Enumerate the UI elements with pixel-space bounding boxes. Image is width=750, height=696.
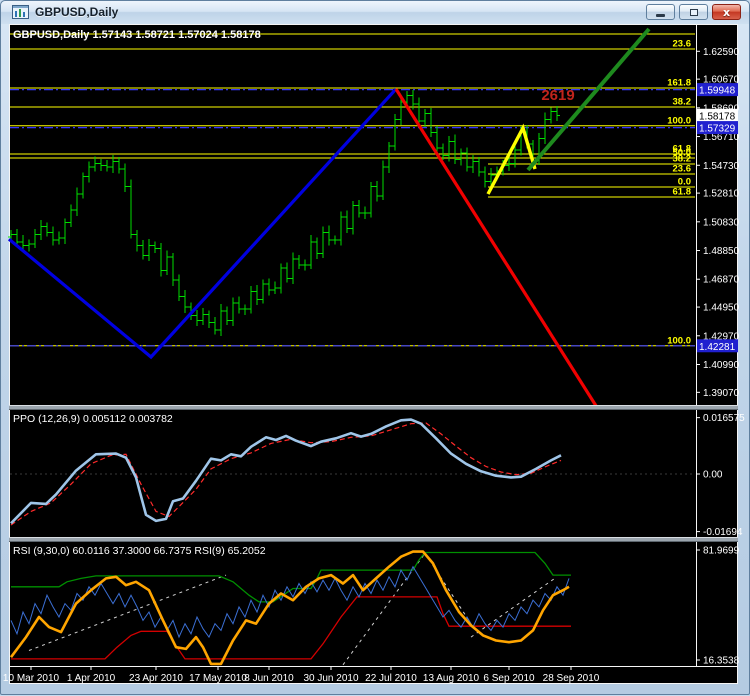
green-trendline	[528, 29, 649, 170]
svg-text:13 Aug 2010: 13 Aug 2010	[423, 673, 480, 684]
svg-text:38.2: 38.2	[673, 97, 692, 108]
svg-text:22 Jul 2010: 22 Jul 2010	[365, 673, 417, 684]
svg-text:100.0: 100.0	[667, 335, 691, 346]
blue-zigzag-trendline	[9, 89, 396, 357]
svg-text:1.54730: 1.54730	[703, 161, 740, 172]
svg-text:61.8: 61.8	[673, 187, 692, 198]
svg-text:1.62590: 1.62590	[703, 47, 740, 58]
close-icon: x	[723, 7, 730, 18]
fib-retracement-lines[interactable]: 23.6161.838.2100.061.850.0100.038.223.60…	[10, 34, 695, 346]
minimize-button[interactable]	[646, 4, 675, 20]
svg-text:2619: 2619	[541, 87, 574, 104]
ohlc-info-line: GBPUSD,Daily 1.57143 1.58721 1.57024 1.5…	[13, 29, 261, 41]
svg-text:1.40990: 1.40990	[703, 360, 740, 371]
svg-text:PPO (12,26,9) 0.005112 0.00378: PPO (12,26,9) 0.005112 0.003782	[13, 413, 173, 425]
svg-text:1.52810: 1.52810	[703, 189, 740, 200]
svg-text:1.59948: 1.59948	[699, 86, 736, 97]
svg-text:23 Apr 2010: 23 Apr 2010	[129, 673, 183, 684]
trendline-objects[interactable]	[9, 29, 649, 409]
rsi-lower-band-line	[11, 597, 571, 659]
restore-button[interactable]	[679, 4, 708, 20]
svg-text:23.6: 23.6	[673, 39, 692, 50]
svg-text:1.39070: 1.39070	[703, 388, 740, 399]
svg-text:1.56710: 1.56710	[703, 132, 740, 143]
ppo-signal-line	[11, 423, 561, 525]
svg-text:0.00: 0.00	[703, 470, 723, 481]
svg-text:8 Jun 2010: 8 Jun 2010	[244, 673, 294, 684]
svg-text:1.50830: 1.50830	[703, 217, 740, 228]
svg-text:81.9699: 81.9699	[703, 546, 740, 557]
rsi-smoothed-line	[11, 552, 569, 664]
chart-canvas[interactable]: 23.6161.838.2100.061.850.0100.038.223.60…	[1, 1, 750, 696]
svg-text:17 May 2010: 17 May 2010	[189, 673, 247, 684]
price-bars	[8, 90, 560, 336]
ppo-main-line	[11, 420, 561, 524]
svg-text:16.3538: 16.3538	[703, 655, 740, 666]
svg-text:1 Apr 2010: 1 Apr 2010	[67, 673, 116, 684]
rsi-dashed-trendline	[471, 577, 557, 637]
pane-separator-1[interactable]	[9, 405, 738, 410]
close-button[interactable]: x	[712, 4, 741, 20]
svg-text:1.42281: 1.42281	[699, 342, 736, 353]
svg-text:0.016575: 0.016575	[703, 413, 745, 424]
svg-text:0.0: 0.0	[678, 177, 691, 188]
svg-text:10 Mar 2010: 10 Mar 2010	[3, 673, 60, 684]
svg-text:61.8: 61.8	[673, 144, 692, 155]
minimize-icon	[656, 14, 665, 17]
svg-text:1.58178: 1.58178	[699, 111, 736, 122]
rsi-dashed-trendline	[29, 575, 226, 650]
svg-text:23.6: 23.6	[673, 164, 692, 175]
svg-text:6 Sep 2010: 6 Sep 2010	[483, 673, 535, 684]
rsi-pane: RSI (9,30,0) 60.0116 37.3000 66.7375 RSI…	[11, 545, 740, 666]
svg-text:RSI (9,30,0) 60.0116 37.3000 6: RSI (9,30,0) 60.0116 37.3000 66.7375 RSI…	[13, 545, 266, 557]
rsi-fast-line	[11, 567, 569, 637]
pane-separator-2[interactable]	[9, 537, 738, 542]
red-trendline	[396, 89, 598, 409]
rsi-dashed-trendline	[425, 553, 471, 623]
rsi-dashed-trendline	[343, 553, 425, 665]
svg-text:1.58690: 1.58690	[703, 103, 740, 114]
rsi-upper-band-line	[11, 553, 571, 602]
text-annotation[interactable]: 2619	[541, 87, 574, 104]
svg-text:28 Sep 2010: 28 Sep 2010	[543, 673, 600, 684]
svg-text:1.44950: 1.44950	[703, 303, 740, 314]
svg-text:1.46870: 1.46870	[703, 275, 740, 286]
yellow-zigzag-trendline	[488, 128, 535, 194]
svg-text:161.8: 161.8	[667, 78, 691, 89]
svg-text:50.0: 50.0	[673, 148, 692, 159]
chart-background	[9, 24, 738, 684]
chart-icon	[12, 5, 29, 19]
svg-text:-0.01694: -0.01694	[703, 527, 743, 538]
svg-text:1.42970: 1.42970	[703, 331, 740, 342]
svg-text:38.2: 38.2	[673, 154, 692, 165]
ppo-pane: PPO (12,26,9) 0.005112 0.003782 0.016575 0…	[10, 413, 745, 538]
restore-icon	[690, 9, 698, 16]
svg-text:1.60670: 1.60670	[703, 75, 740, 86]
date-axis[interactable]: 10 Mar 2010 1 Apr 2010 23 Apr 2010 17 May 2…	[3, 667, 600, 684]
window-title: GBPUSD,Daily	[35, 5, 118, 19]
price-axis[interactable]: 1.62590 1.60670 1.58690 1.56710 1.54730 1.528…	[696, 47, 740, 399]
svg-text:100.0: 100.0	[667, 115, 691, 126]
horizontal-line-objects[interactable]	[10, 90, 695, 346]
svg-text:1.57329: 1.57329	[699, 124, 736, 135]
chart-window: GBPUSD,Daily x 23.6161.838.2100.061.850.…	[0, 0, 750, 695]
svg-text:30 Jun 2010: 30 Jun 2010	[303, 673, 358, 684]
svg-text:1.48850: 1.48850	[703, 246, 740, 257]
svg-text:GBPUSD,Daily 1.57143 1.58721: GBPUSD,Daily 1.57143 1.58721 1.57024 1.5…	[13, 29, 261, 41]
title-bar[interactable]: GBPUSD,Daily x	[1, 1, 749, 24]
